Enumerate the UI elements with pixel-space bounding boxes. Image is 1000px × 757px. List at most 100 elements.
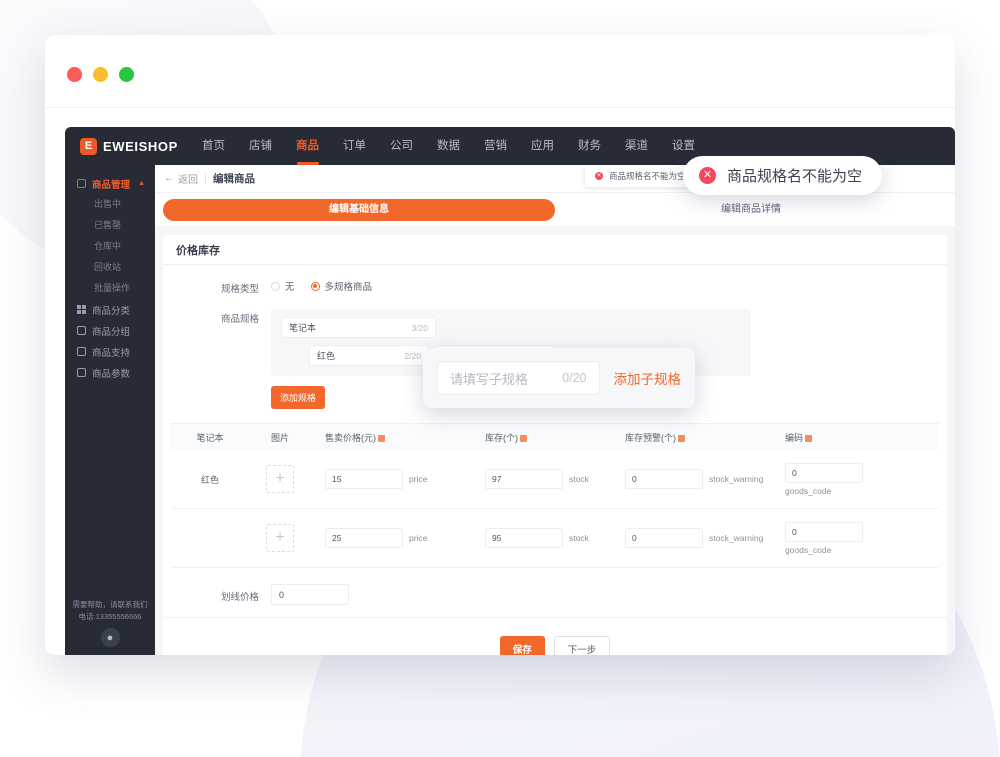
avatar[interactable]: ● <box>100 628 120 647</box>
col-header-image: 图片 <box>270 432 289 443</box>
price-input[interactable]: 25 <box>325 528 403 548</box>
row-code-cell: 0 goods_code <box>771 521 939 555</box>
back-button[interactable]: ← 返回 <box>164 171 198 186</box>
brand-logo[interactable]: E EWEISHOP <box>65 137 190 155</box>
phone-text: 电话:13355556666 <box>78 612 142 621</box>
radio-no-spec[interactable]: 无 <box>271 279 295 293</box>
window-controls[interactable] <box>67 67 134 82</box>
sidebar-item-product-category[interactable]: 商品分类 <box>65 299 155 320</box>
spec-name-counter: 3/20 <box>411 322 428 333</box>
spec-type-field: 无 多规格商品 <box>271 279 947 295</box>
thumbs-up-icon <box>77 347 86 356</box>
col-header-warning-text: 库存预警(个) <box>625 432 676 443</box>
add-spec-button[interactable]: 添加规格 <box>271 386 326 409</box>
toast-small: ✕ 商品规格名不能为空 <box>585 165 696 187</box>
row-price-cell: 15 price <box>311 469 471 489</box>
nav-item-marketing[interactable]: 营销 <box>472 127 519 165</box>
panel-actions: 保存 下一步 <box>163 617 947 655</box>
sidebar-item-sold-out[interactable]: 已售罄 <box>65 215 155 236</box>
stock-warning-input[interactable]: 0 <box>625 469 703 489</box>
required-icon <box>520 434 527 442</box>
chevron-up-icon: ▲ <box>138 180 145 187</box>
sub-spec-value: 红色 <box>317 351 336 361</box>
nav-item-data[interactable]: 数据 <box>425 127 472 165</box>
stock-warning-input[interactable]: 0 <box>625 528 703 548</box>
sidebar-item-batch-operations[interactable]: 批量操作 <box>65 278 155 299</box>
sidebar-item-product-group[interactable]: 商品分组 <box>65 320 155 341</box>
error-icon: ✕ <box>699 167 716 184</box>
breadcrumb-divider <box>205 173 206 184</box>
radio-multi-spec[interactable]: 多规格商品 <box>310 279 373 293</box>
col-header-stock: 库存(个) <box>471 431 611 444</box>
nav-item-apps[interactable]: 应用 <box>519 127 566 165</box>
maximize-window-dot[interactable] <box>119 67 134 82</box>
sidebar-item-product-management[interactable]: 商品管理 ▲ <box>65 173 155 194</box>
sidebar-item-on-sale[interactable]: 出售中 <box>65 194 155 215</box>
sub-spec-input[interactable]: 红色 2/20 <box>309 345 429 366</box>
col-header-name: 笔记本 <box>196 432 224 443</box>
minimize-window-dot[interactable] <box>93 67 108 82</box>
required-icon <box>805 434 813 442</box>
box-icon <box>77 179 86 188</box>
stock-input[interactable]: 97 <box>485 469 563 489</box>
sidebar-item-in-warehouse[interactable]: 仓库中 <box>65 236 155 257</box>
nav-item-shop[interactable]: 店铺 <box>237 127 284 165</box>
panel-title: 价格库存 <box>163 235 947 265</box>
sidebar-item-product-params[interactable]: 商品参数 <box>65 362 155 383</box>
stock-input[interactable]: 95 <box>485 528 563 548</box>
row-code-cell: 0 goods_code <box>771 462 939 496</box>
radio-label: 多规格商品 <box>324 282 373 293</box>
nav-item-finance[interactable]: 财务 <box>566 127 613 165</box>
top-nav-list: 首页 店铺 商品 订单 公司 数据 营销 应用 财务 渠道 设置 <box>190 127 707 165</box>
nav-item-channel[interactable]: 渠道 <box>613 127 660 165</box>
row-image-cell: + <box>249 465 311 493</box>
goods-code-input[interactable]: 0 <box>785 521 863 542</box>
stock-suffix: stock <box>569 533 589 543</box>
nav-item-company[interactable]: 公司 <box>378 127 425 165</box>
page-title: 编辑商品 <box>213 173 255 185</box>
sidebar-item-label: 商品分类 <box>92 305 131 317</box>
window-titlebar <box>45 35 955 108</box>
nav-item-goods[interactable]: 商品 <box>284 127 331 165</box>
sidebar-item-label: 商品参数 <box>92 368 131 380</box>
required-icon <box>378 434 385 442</box>
row-stock-cell: 95 stock <box>471 528 611 548</box>
close-window-dot[interactable] <box>67 67 82 82</box>
stock-suffix: stock <box>569 474 589 484</box>
nav-item-orders[interactable]: 订单 <box>331 127 378 165</box>
stock-warning-suffix: stock_warning <box>709 474 764 484</box>
upload-image-button[interactable]: + <box>266 524 294 552</box>
add-sub-spec-link[interactable]: 添加子规格 <box>614 368 682 388</box>
tab-basic-info[interactable]: 编辑基础信息 <box>163 198 555 221</box>
sidebar-item-product-support[interactable]: 商品支持 <box>65 341 155 362</box>
tab-product-details[interactable]: 编辑商品详情 <box>555 199 947 221</box>
sidebar: 商品管理 ▲ 出售中 已售罄 仓库中 回收站 批量操作 商品分类 商品分组 商品… <box>65 165 155 655</box>
sidebar-item-recycle-bin[interactable]: 回收站 <box>65 257 155 278</box>
goods-code-input[interactable]: 0 <box>785 462 863 483</box>
help-text: 需要帮助，请联系我们 <box>72 600 148 609</box>
col-header-warning: 库存预警(个) <box>611 431 771 444</box>
sub-spec-counter: 2/20 <box>404 350 421 361</box>
stock-warning-suffix: stock_warning <box>709 533 764 543</box>
line-price-row: 划线价格 0 <box>163 568 947 605</box>
line-price-input[interactable]: 0 <box>271 584 349 605</box>
nav-item-home[interactable]: 首页 <box>190 127 237 165</box>
col-header-code: 编码 <box>771 431 939 444</box>
col-header-stock-text: 库存(个) <box>485 432 518 443</box>
sidebar-group-label: 商品管理 <box>92 179 131 191</box>
back-label: 返回 <box>178 175 198 186</box>
spec-name-value: 笔记本 <box>289 323 317 333</box>
next-step-button[interactable]: 下一步 <box>553 636 611 655</box>
upload-image-button[interactable]: + <box>266 465 294 493</box>
row-image-cell: + <box>249 524 311 552</box>
spec-type-row: 规格类型 无 多规格商品 <box>163 265 947 295</box>
row-name: 红色 <box>200 474 219 485</box>
spec-name-input[interactable]: 笔记本 3/20 <box>281 317 436 338</box>
magnified-sub-spec-input[interactable]: 请填写子规格 0/20 <box>437 361 600 395</box>
row-price-cell: 25 price <box>311 528 471 548</box>
price-input[interactable]: 15 <box>325 469 403 489</box>
toast-large-text: 商品规格名不能为空 <box>727 168 863 185</box>
save-button[interactable]: 保存 <box>499 636 545 655</box>
goods-code-label: goods_code <box>785 485 832 496</box>
main-content: ← 返回 编辑商品 编辑基础信息 编辑商品详情 价格库存 规格类型 无 多规格商… <box>155 165 955 655</box>
